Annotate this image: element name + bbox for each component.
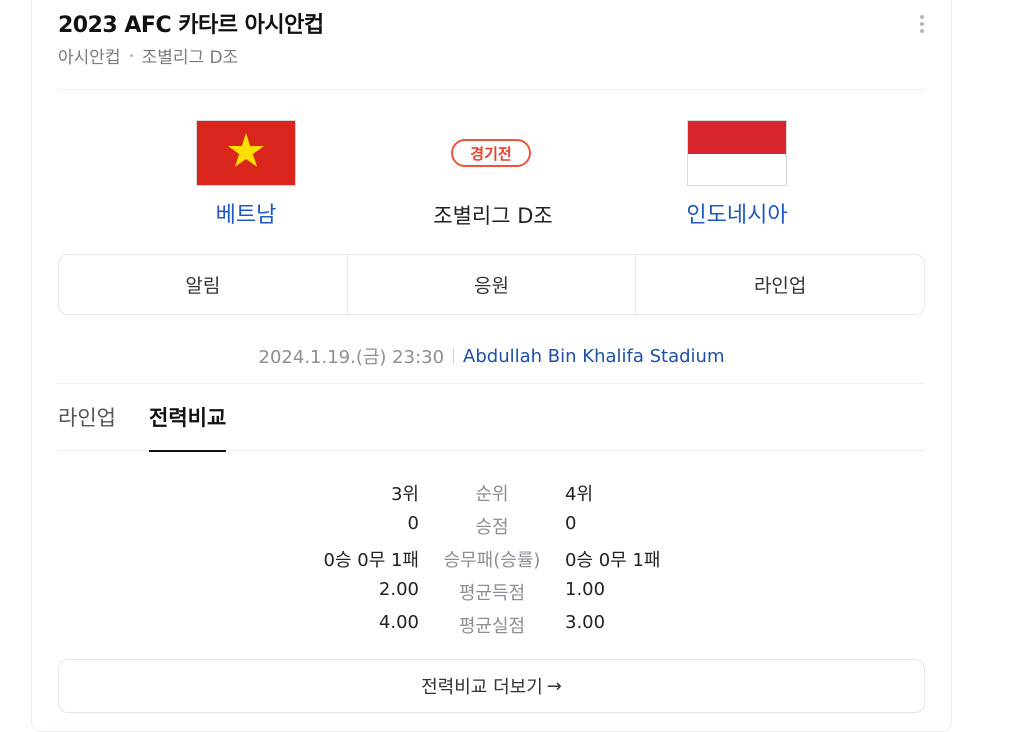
vietnam-flag-icon[interactable] — [196, 120, 296, 186]
stat-row-goals-against: 4.00 평균실점 3.00 — [58, 606, 925, 639]
away-stat-value: 0승 0무 1패 — [565, 550, 661, 571]
page-title: 2023 AFC 카타르 아시안컵 — [58, 13, 324, 38]
match-round: 조별리그 D조 — [433, 204, 553, 228]
home-team-name[interactable]: 베트남 — [196, 197, 296, 229]
flag-white-band — [688, 154, 786, 185]
more-compare-button[interactable]: 전력비교 더보기 → — [58, 659, 925, 713]
match-info: 2024.1.19.(금) 23:30 Abdullah Bin Khalifa… — [58, 343, 925, 369]
away-stat-value: 3.00 — [565, 612, 606, 633]
dot — [920, 22, 924, 26]
venue-link[interactable]: Abdullah Bin Khalifa Stadium — [463, 346, 724, 367]
stats-comparison: 3위 순위 4위 0 승점 0 0승 0무 1패 승무패(승률) 0승 0무 1… — [58, 474, 925, 639]
home-stat-value: 0승 0무 1패 — [323, 550, 419, 571]
more-options-icon[interactable] — [912, 12, 932, 36]
match-actions: 알림 응원 라인업 — [58, 254, 925, 315]
breadcrumb-group[interactable]: 조별리그 D조 — [142, 43, 239, 68]
arrow-right-icon: → — [546, 675, 562, 697]
stat-label: 순위 — [475, 484, 509, 505]
breadcrumb: 아시안컵 조별리그 D조 — [58, 43, 238, 68]
indonesia-flag-icon[interactable] — [687, 120, 787, 186]
breadcrumb-league[interactable]: 아시안컵 — [58, 43, 121, 68]
header-divider — [58, 89, 925, 90]
lineup-button[interactable]: 라인업 — [635, 255, 924, 314]
tab-lineup[interactable]: 라인업 — [58, 402, 116, 450]
breadcrumb-separator — [129, 54, 133, 57]
dot — [920, 29, 924, 33]
stat-label: 승무패(승률) — [443, 550, 541, 571]
stat-row-points: 0 승점 0 — [58, 507, 925, 540]
stat-label: 승점 — [475, 517, 509, 538]
home-stat-value: 4.00 — [378, 612, 419, 633]
tab-bar: 라인업 전력비교 — [58, 384, 925, 452]
more-compare-label: 전력비교 더보기 — [421, 677, 543, 698]
stat-row-rank: 3위 순위 4위 — [58, 474, 925, 507]
match-datetime: 2024.1.19.(금) 23:30 — [258, 347, 445, 368]
away-stat-value: 1.00 — [565, 579, 606, 600]
info-separator — [453, 348, 455, 364]
away-stat-value: 4위 — [565, 484, 594, 505]
stat-row-goals-for: 2.00 평균득점 1.00 — [58, 573, 925, 606]
home-stat-value: 2.00 — [378, 579, 419, 600]
home-stat-value: 0 — [407, 513, 419, 534]
home-stat-value: 3위 — [390, 484, 419, 505]
cheer-button[interactable]: 응원 — [346, 255, 636, 314]
flag-red-band — [688, 121, 786, 154]
match-status-badge: 경기전 — [451, 139, 531, 167]
alarm-button[interactable]: 알림 — [59, 255, 347, 314]
tab-compare[interactable]: 전력비교 — [149, 402, 227, 452]
away-stat-value: 0 — [565, 513, 577, 534]
stat-label: 평균실점 — [458, 616, 526, 637]
stat-row-record: 0승 0무 1패 승무패(승률) 0승 0무 1패 — [58, 540, 925, 573]
away-team-name[interactable]: 인도네시아 — [637, 197, 837, 229]
stat-label: 평균득점 — [458, 583, 526, 604]
dot — [920, 15, 924, 19]
